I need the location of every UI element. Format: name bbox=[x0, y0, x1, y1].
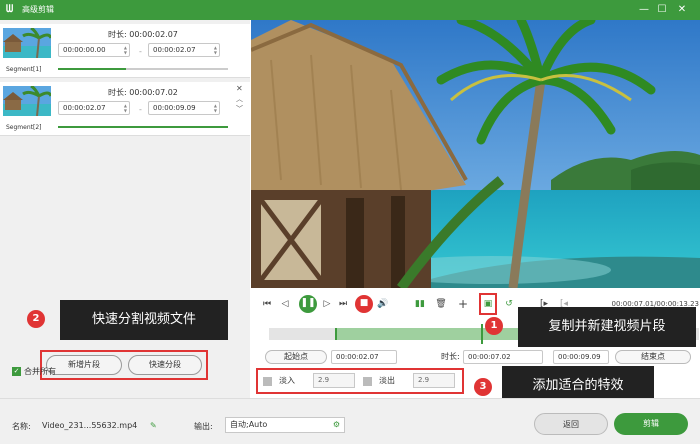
cut-button[interactable]: 剪辑 bbox=[614, 413, 688, 435]
app-logo-icon: ᗯ bbox=[6, 4, 14, 15]
fade-in-label: 淡入 bbox=[279, 376, 295, 385]
window-title: 高级剪辑 bbox=[22, 5, 54, 14]
segment-panel: Segment[1] 时长: 00:00:02.07 00:00:00.00 ▲ ▼… bbox=[0, 20, 250, 398]
filename: Video_231...55632.mp4 bbox=[42, 421, 138, 430]
pause-button[interactable]: ❚❚ bbox=[299, 295, 317, 313]
range-dash: - bbox=[139, 47, 142, 56]
segment-end-value: 00:00:09.09 bbox=[153, 104, 196, 112]
segment-duration: 时长: 00:00:07.02 bbox=[108, 88, 178, 97]
check-icon: ✓ bbox=[12, 367, 21, 376]
split-icon[interactable]: ▮▮ bbox=[413, 296, 427, 312]
set-end-label: 结束点 bbox=[641, 352, 665, 361]
segment-progress-track bbox=[58, 68, 228, 70]
duration-input[interactable]: 00:00:07.02 bbox=[463, 350, 543, 364]
move-up-icon[interactable]: ︿ bbox=[236, 94, 243, 104]
spin-arrows-icon[interactable]: ▲ ▼ bbox=[214, 103, 217, 113]
merge-all-label: 合并所有 bbox=[24, 367, 56, 376]
close-window-button[interactable]: ✕ bbox=[674, 2, 690, 18]
annotation-badge-2: 2 bbox=[27, 310, 45, 328]
edit-name-icon[interactable]: ✎ bbox=[150, 421, 157, 430]
title-bar: ᗯ 高级剪辑 — ☐ ✕ bbox=[0, 0, 700, 20]
segment-thumbnail bbox=[3, 28, 51, 58]
end-time-input[interactable]: 00:00:09.09 bbox=[553, 350, 609, 364]
add-icon[interactable]: + bbox=[457, 296, 469, 312]
footer-bar: 名称: Video_231...55632.mp4 ✎ 输出: 自动;Auto ⚙… bbox=[0, 398, 700, 444]
reset-icon[interactable]: ↺ bbox=[503, 296, 515, 312]
segment-start-value: 00:00:02.07 bbox=[63, 104, 106, 112]
segment-label: Segment[1] bbox=[6, 66, 42, 73]
annotation-badge-3: 3 bbox=[474, 378, 492, 396]
annotation-duplicate: 复制并新建视频片段 bbox=[518, 307, 696, 347]
segment-start-input[interactable]: 00:00:02.07 ▲ ▼ bbox=[58, 101, 130, 115]
annotation-split: 快速分割视频文件 bbox=[60, 300, 228, 340]
volume-icon[interactable]: 🔊 bbox=[377, 296, 389, 312]
spin-arrows-icon[interactable]: ▲ ▼ bbox=[214, 45, 217, 55]
back-button[interactable]: 返回 bbox=[534, 413, 608, 435]
video-preview[interactable] bbox=[251, 20, 700, 288]
start-time-input[interactable]: 00:00:02.07 bbox=[331, 350, 397, 364]
step-back-icon[interactable]: ◁ bbox=[279, 296, 291, 312]
segment-end-value: 00:00:02.07 bbox=[153, 46, 196, 54]
spin-arrows-icon[interactable]: ▲ ▼ bbox=[124, 45, 127, 55]
delete-icon[interactable]: 🗑 bbox=[435, 296, 447, 312]
fade-in-checkbox[interactable] bbox=[263, 377, 272, 386]
segment-progress-fill bbox=[58, 68, 126, 70]
go-start-icon[interactable]: ⏮ bbox=[261, 296, 273, 312]
add-segment-button[interactable]: 新增片段 bbox=[46, 355, 122, 375]
fade-in-input[interactable]: 2.9 bbox=[313, 373, 355, 388]
stop-button[interactable]: ■ bbox=[355, 295, 373, 313]
name-label: 名称: bbox=[12, 422, 31, 431]
segment-start-value: 00:00:00.00 bbox=[63, 46, 106, 54]
annotation-badge-1: 1 bbox=[485, 317, 503, 335]
segment-item[interactable]: Segment[1] 时长: 00:00:02.07 00:00:00.00 ▲ ▼… bbox=[0, 24, 250, 78]
playhead[interactable] bbox=[481, 324, 483, 344]
merge-all-checkbox[interactable]: ✓ 合并所有 bbox=[12, 366, 56, 377]
set-start-button[interactable]: 起始点 bbox=[265, 350, 327, 364]
timeline-selection[interactable] bbox=[335, 328, 545, 340]
duplicate-segment-icon[interactable]: ▣ bbox=[482, 296, 494, 312]
remove-segment-icon[interactable]: ✕ bbox=[236, 84, 243, 93]
segment-duration: 时长: 00:00:02.07 bbox=[108, 30, 178, 39]
maximize-button[interactable]: ☐ bbox=[654, 2, 670, 18]
set-end-button[interactable]: 结束点 bbox=[615, 350, 691, 364]
segment-progress-track bbox=[58, 126, 228, 128]
fade-out-checkbox[interactable] bbox=[363, 377, 372, 386]
fade-out-input[interactable]: 2.9 bbox=[413, 373, 455, 388]
settings-gear-icon[interactable]: ⚙ bbox=[333, 418, 340, 432]
segment-label: Segment[2] bbox=[6, 124, 42, 131]
minimize-button[interactable]: — bbox=[636, 2, 652, 18]
duration-label: 时长: bbox=[441, 352, 460, 361]
segment-end-input[interactable]: 00:00:09.09 ▲ ▼ bbox=[148, 101, 220, 115]
fade-out-label: 淡出 bbox=[379, 376, 395, 385]
set-start-label: 起始点 bbox=[284, 352, 308, 361]
go-end-icon[interactable]: ⏭ bbox=[337, 296, 349, 312]
segment-thumbnail bbox=[3, 86, 51, 116]
segment-end-input[interactable]: 00:00:02.07 ▲ ▼ bbox=[148, 43, 220, 57]
quick-split-button[interactable]: 快速分段 bbox=[128, 355, 202, 375]
output-value: 自动;Auto bbox=[230, 420, 268, 429]
output-label: 输出: bbox=[194, 422, 213, 431]
spin-arrows-icon[interactable]: ▲ ▼ bbox=[124, 103, 127, 113]
segment-item[interactable]: Segment[2] 时长: 00:00:07.02 00:00:02.07 ▲ ▼… bbox=[0, 82, 250, 136]
range-dash: - bbox=[139, 105, 142, 114]
move-down-icon[interactable]: ﹀ bbox=[236, 104, 243, 114]
segment-start-input[interactable]: 00:00:00.00 ▲ ▼ bbox=[58, 43, 130, 57]
output-select[interactable]: 自动;Auto ⚙ bbox=[225, 417, 345, 433]
segment-progress-fill bbox=[58, 126, 228, 128]
step-forward-icon[interactable]: ▷ bbox=[321, 296, 333, 312]
